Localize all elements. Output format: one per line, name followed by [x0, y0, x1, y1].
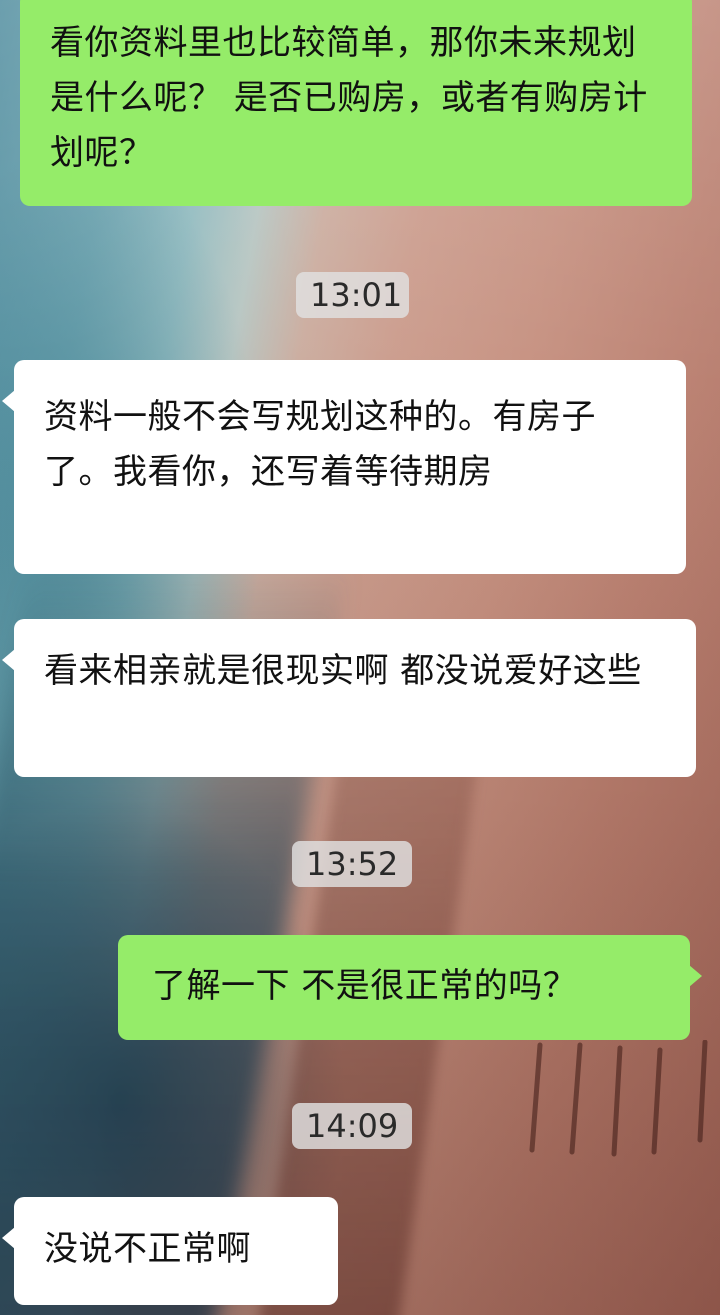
timestamp: 14:09 — [292, 1103, 412, 1149]
background-camel-shadows — [529, 1040, 708, 1157]
message-incoming[interactable]: 没说不正常啊 — [2, 1197, 338, 1305]
chat-screen: 看你资料里也比较简单，那你未来规划是什么呢？ 是否已购房，或者有购房计划呢？ 1… — [0, 0, 720, 1315]
message-incoming[interactable]: 看来相亲就是很现实啊 都没说爱好这些 — [2, 619, 696, 777]
message-incoming[interactable]: 资料一般不会写规划这种的。有房子了。我看你，还写着等待期房 — [2, 360, 686, 574]
message-outgoing[interactable]: 了解一下 不是很正常的吗？ — [118, 935, 702, 1040]
timestamp: 13:52 — [292, 841, 412, 887]
message-outgoing[interactable]: 看你资料里也比较简单，那你未来规划是什么呢？ 是否已购房，或者有购房计划呢？ — [20, 0, 692, 206]
timestamp: 13:01 — [296, 272, 409, 318]
